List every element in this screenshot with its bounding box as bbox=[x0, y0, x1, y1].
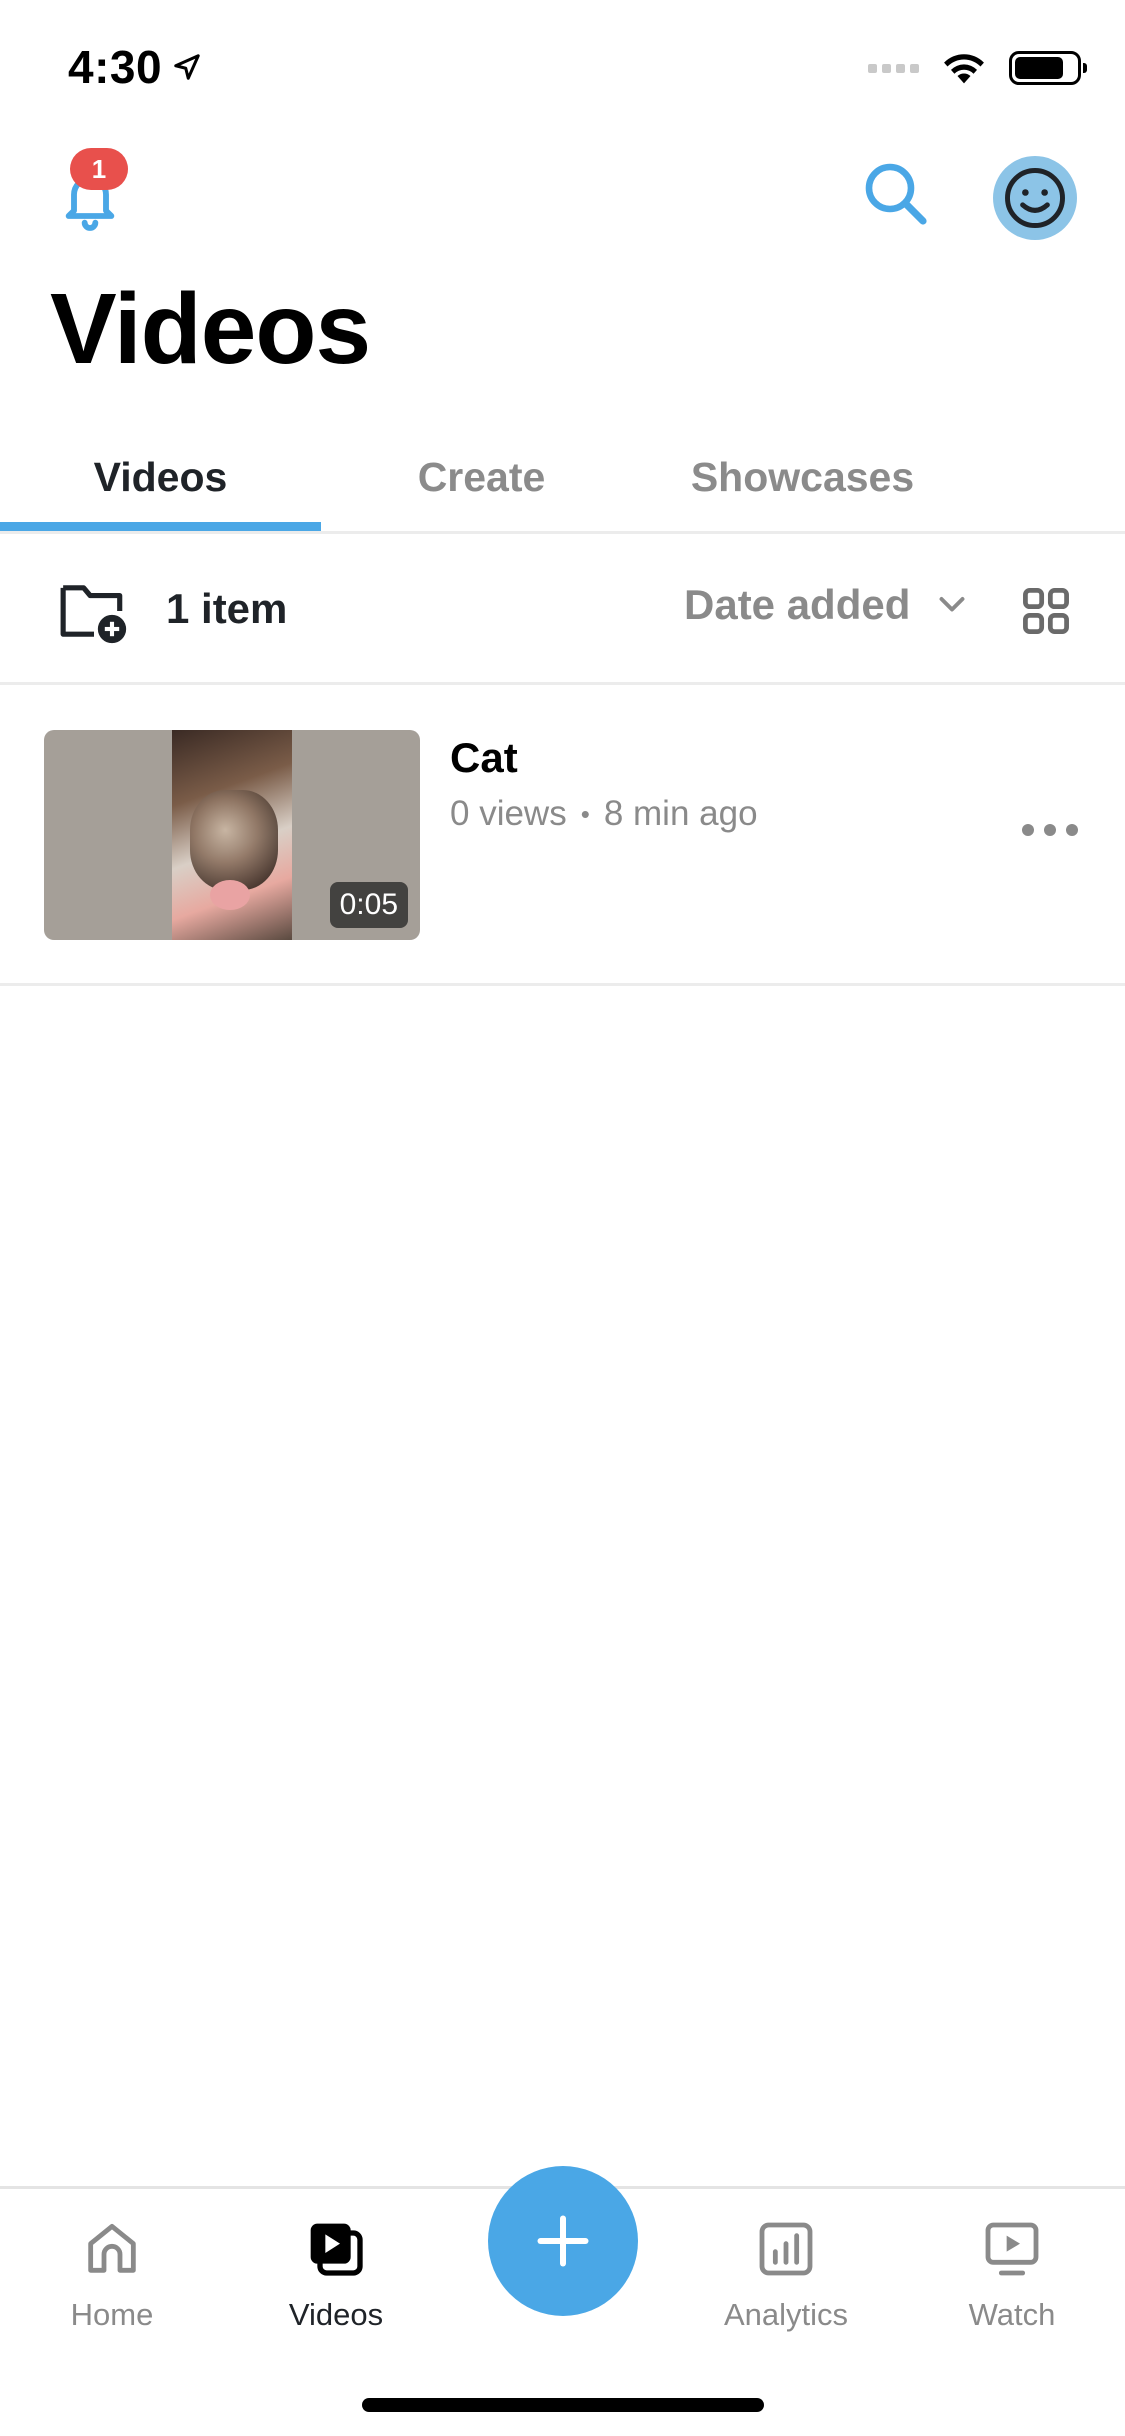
video-age: 8 min ago bbox=[603, 794, 758, 833]
sort-label: Date added bbox=[684, 581, 911, 628]
chevron-down-icon bbox=[939, 597, 965, 612]
analytics-icon bbox=[759, 2222, 813, 2276]
cat-thumbnail-image bbox=[172, 730, 292, 940]
tab-bar: Videos Create Showcases bbox=[0, 420, 1125, 534]
tab-create[interactable]: Create bbox=[321, 420, 642, 534]
cellular-signal-icon bbox=[868, 63, 919, 73]
status-indicators bbox=[868, 50, 1087, 86]
nav-videos-label: Videos bbox=[288, 2297, 384, 2332]
tab-showcases[interactable]: Showcases bbox=[642, 420, 963, 534]
smiley-face-icon bbox=[1005, 168, 1065, 228]
nav-home-label: Home bbox=[70, 2297, 154, 2332]
home-indicator[interactable] bbox=[362, 2398, 764, 2412]
item-count: 1 item bbox=[166, 585, 288, 632]
battery-icon bbox=[1009, 51, 1087, 85]
watch-icon bbox=[985, 2222, 1039, 2276]
video-list-item[interactable]: 0:05 Cat 0 views • 8 min ago bbox=[0, 688, 1125, 986]
status-time-text: 4:30 bbox=[68, 41, 163, 93]
video-thumbnail[interactable]: 0:05 bbox=[44, 730, 420, 940]
meta-separator: • bbox=[580, 798, 590, 829]
videos-icon bbox=[310, 2223, 363, 2276]
nav-analytics[interactable]: Analytics bbox=[706, 2217, 866, 2333]
video-meta: 0 views • 8 min ago bbox=[450, 794, 758, 834]
video-views: 0 views bbox=[450, 794, 567, 833]
nav-home[interactable]: Home bbox=[32, 2217, 192, 2333]
sort-dropdown[interactable]: Date added bbox=[684, 581, 970, 629]
nav-analytics-label: Analytics bbox=[723, 2297, 849, 2332]
notification-badge: 1 bbox=[70, 148, 128, 190]
home-icon bbox=[88, 2223, 136, 2273]
location-arrow-icon bbox=[174, 54, 200, 80]
page-title: Videos bbox=[50, 273, 371, 385]
wifi-icon bbox=[944, 54, 984, 84]
video-duration: 0:05 bbox=[329, 882, 408, 928]
add-video-button[interactable] bbox=[488, 2166, 638, 2316]
new-folder-icon[interactable] bbox=[58, 577, 130, 645]
nav-watch[interactable]: Watch bbox=[932, 2217, 1092, 2333]
status-time: 4:30 bbox=[68, 40, 202, 94]
search-icon[interactable] bbox=[860, 158, 932, 230]
plus-icon bbox=[537, 2215, 589, 2267]
more-options-icon[interactable] bbox=[1022, 824, 1078, 836]
video-title: Cat bbox=[450, 734, 518, 781]
profile-avatar[interactable] bbox=[993, 156, 1077, 240]
list-toolbar: 1 item Date added bbox=[0, 537, 1125, 685]
nav-watch-label: Watch bbox=[968, 2297, 1056, 2332]
grid-view-icon[interactable] bbox=[1020, 585, 1072, 637]
nav-videos[interactable]: Videos bbox=[256, 2217, 416, 2333]
videos-screen: 4:30 1 Videos Videos Create Showcases 1 … bbox=[0, 0, 1125, 2436]
active-tab-indicator bbox=[0, 522, 321, 531]
tab-videos[interactable]: Videos bbox=[0, 420, 321, 534]
